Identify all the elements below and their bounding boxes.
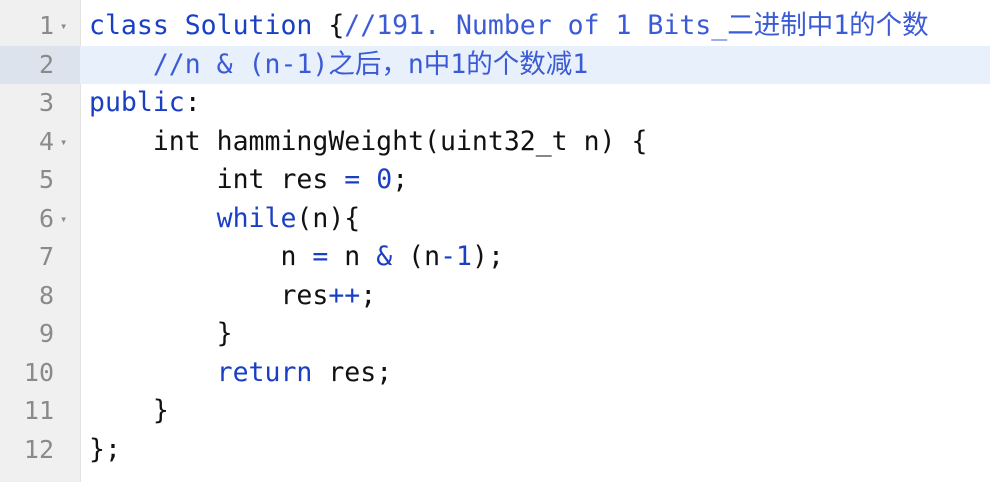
code-text[interactable]: res++; — [89, 277, 376, 316]
gutter-cell: 7 — [0, 238, 80, 277]
comment-token: //n & (n-1)之后，n中1的个数减1 — [152, 48, 589, 80]
code-text[interactable]: while(n){ — [89, 200, 361, 239]
operator-token: = — [344, 164, 361, 195]
code-token: res; — [312, 356, 393, 388]
gutter-cell: 11 — [0, 392, 80, 431]
code-token: } — [89, 318, 233, 349]
code-line[interactable]: 7 n = n & (n-1); — [0, 238, 990, 277]
line-number: 12 — [23, 434, 54, 464]
code-text[interactable]: int hammingWeight(uint32_t n) { — [89, 123, 648, 162]
code-token: res — [89, 279, 329, 311]
gutter-cell: 9 — [0, 315, 80, 354]
code-text[interactable]: return res; — [89, 354, 393, 393]
gutter-cell: 3 — [0, 84, 80, 123]
code-line[interactable]: 11 } — [0, 392, 990, 431]
code-line[interactable]: 12}; — [0, 431, 990, 470]
gutter-cell: 2 — [0, 45, 80, 84]
operator-token: & — [376, 241, 393, 272]
code-line[interactable]: 3 public: — [0, 84, 990, 123]
code-line[interactable]: 2 //n & (n-1)之后，n中1的个数减1 — [0, 45, 990, 85]
keyword-token: while — [216, 202, 297, 234]
code-text[interactable]: }; — [89, 431, 121, 470]
line-number: 10 — [23, 357, 54, 387]
code-line[interactable]: 4 ▾ int hammingWeight(uint32_t n) { — [0, 123, 990, 162]
line-number: 4 — [38, 126, 54, 156]
code-token: int hammingWeight(uint32_t n) { — [89, 125, 648, 157]
line-number: 11 — [23, 396, 54, 425]
code-line[interactable]: 9 } — [0, 315, 990, 354]
gutter-cell: 8 — [0, 277, 80, 316]
code-token: ; — [392, 164, 409, 195]
gutter-cell: 12 — [0, 431, 80, 470]
code-text[interactable]: //n & (n-1)之后，n中1的个数减1 — [89, 46, 588, 85]
gutter-cell: 5 — [0, 161, 80, 200]
code-token: int res — [89, 164, 345, 195]
line-number: 9 — [38, 319, 54, 348]
code-text[interactable]: n = n & (n-1); — [89, 238, 504, 277]
code-line[interactable]: 1 ▾ class Solution {//191. Number of 1 Bit… — [0, 7, 990, 46]
code-token: ); — [472, 241, 504, 272]
line-number: 8 — [38, 280, 54, 310]
code-token: { — [312, 10, 345, 41]
code-text[interactable]: public: — [89, 84, 201, 123]
fold-arrow-icon[interactable]: ▾ — [60, 7, 67, 46]
keyword-token: public — [89, 87, 185, 118]
comment-token: //191. Number of 1 Bits_二进制中1的个数 — [344, 10, 929, 41]
code-editor[interactable]: 1 ▾ class Solution {//191. Number of 1 Bit… — [0, 0, 990, 482]
line-number: 7 — [38, 242, 54, 271]
code-token: : — [184, 87, 201, 118]
gutter-cell: 1 ▾ — [0, 7, 80, 46]
code-text[interactable]: } — [89, 392, 169, 431]
gutter-cell: 6 ▾ — [0, 200, 80, 239]
fold-arrow-icon[interactable]: ▾ — [60, 200, 67, 239]
number-token: 1 — [456, 241, 472, 272]
code-token: }; — [89, 433, 121, 465]
gutter-cell: 10 — [0, 354, 80, 393]
line-number: 2 — [38, 49, 54, 79]
gutter-cell: 4 ▾ — [0, 123, 80, 162]
operator-token: = — [312, 241, 329, 272]
operator-token: ++ — [328, 279, 361, 311]
code-line[interactable]: 8 res++; — [0, 277, 990, 316]
code-text[interactable]: } — [89, 315, 233, 354]
code-text[interactable]: class Solution {//191. Number of 1 Bits_… — [89, 7, 929, 46]
code-token: } — [89, 395, 169, 426]
code-token: (n){ — [296, 202, 361, 234]
line-number: 3 — [38, 88, 54, 117]
keyword-token: return — [216, 356, 313, 388]
line-number: 6 — [38, 203, 54, 233]
code-line[interactable]: 6 ▾ while(n){ — [0, 200, 990, 239]
code-token: (n — [392, 241, 441, 272]
code-token: n — [328, 241, 377, 272]
fold-arrow-icon[interactable]: ▾ — [60, 123, 67, 162]
code-line[interactable]: 10 return res; — [0, 354, 990, 393]
line-number: 5 — [38, 165, 54, 194]
code-token: ; — [360, 279, 377, 311]
code-lines[interactable]: 1 ▾ class Solution {//191. Number of 1 Bit… — [0, 7, 990, 469]
number-token: 0 — [376, 164, 393, 195]
code-token: n — [89, 241, 313, 272]
operator-token: - — [440, 241, 457, 272]
code-text[interactable]: int res = 0; — [89, 161, 409, 200]
code-line[interactable]: 5 int res = 0; — [0, 161, 990, 200]
line-number: 1 — [38, 11, 54, 40]
keyword-token: class Solution — [89, 10, 313, 41]
